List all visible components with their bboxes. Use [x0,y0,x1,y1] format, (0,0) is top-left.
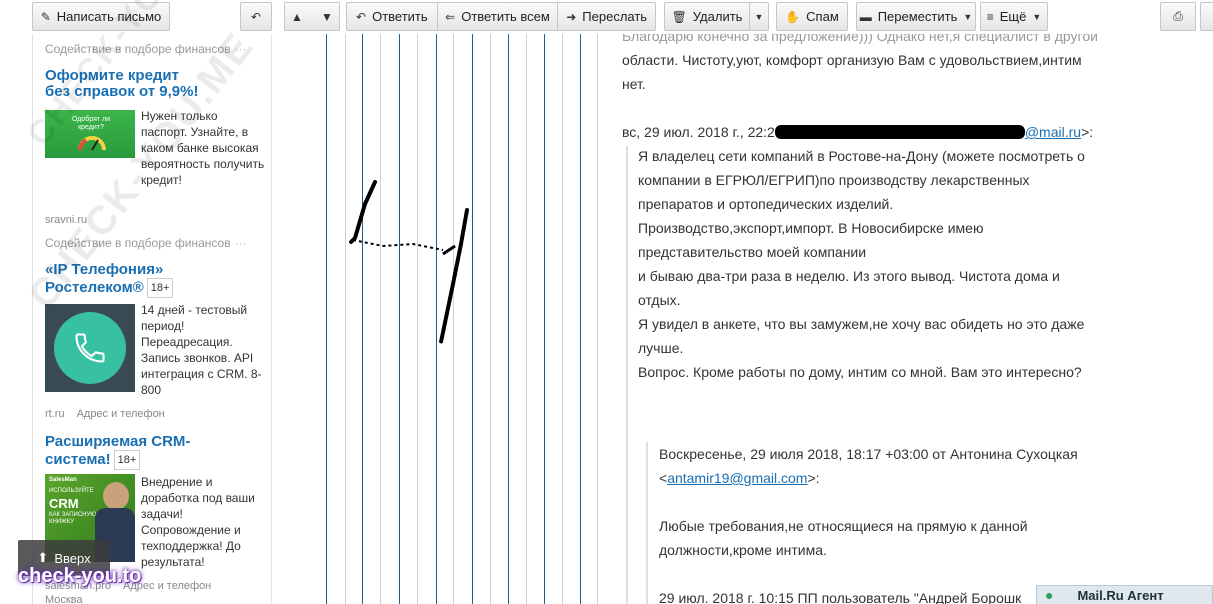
gauge-icon [78,136,106,151]
agent-status-icon: ● [1045,587,1054,603]
ad-title[interactable]: Расширяемая CRM- система! 18+ [45,434,190,470]
reply-group: ↶ Ответить ⇐ Ответить всем ➜ Переслать [346,2,656,31]
ad-image-phone[interactable] [45,304,135,392]
nested-quote-text-line: 29 июл. 2018 г. 10:15 ПП пользователь "А… [659,590,1022,604]
message-body: Благодарю конечно за предложение))) Одна… [612,34,1213,604]
ad-source[interactable]: rt.ru Адрес и телефон [45,408,165,420]
forward-icon: ➜ [566,9,577,24]
middle-lines-area [273,34,613,604]
arrow-down-icon[interactable]: ▼ [321,10,333,24]
trash-icon: 🗑 [671,9,687,24]
person-figure [103,482,129,510]
nested-quote-header: Воскресенье, 29 июля 2018, 18:17 +03:00 … [659,446,1078,462]
print-button[interactable]: ⎙ [1160,2,1196,31]
message-text-line: области. Чистоту,уют, комфорт организую … [622,52,1082,68]
chevron-down-icon: ▼ [963,11,973,22]
quote-text-line: лучше. [638,340,684,356]
reply-icon: ↶ [356,9,367,24]
phone-icon [54,312,126,384]
nested-quote-bar [646,442,648,604]
reply-all-button[interactable]: ⇐ Ответить всем [438,9,558,24]
menu-icon: ≡ [986,9,994,24]
quote-header: вс, 29 июл. 2018 г., 22:2 @mail.ru>: [622,124,1094,140]
quote-text-line: препаратов и ортопедических изделий. [638,196,894,212]
extra-button[interactable] [1200,2,1213,31]
spam-button[interactable]: ✋ Спам [776,2,848,31]
chevron-down-icon: ▼ [754,11,764,22]
arrow-up-icon: ⬆ [37,550,49,565]
redacted-sender [774,125,1025,139]
quote-bar [626,146,628,604]
age-badge: 18+ [113,450,141,470]
arrow-up-icon[interactable]: ▲ [291,10,303,24]
prev-next-buttons[interactable]: ▲ ▼ [284,2,340,31]
reply-button[interactable]: ↶ Ответить [347,9,437,24]
more-button[interactable]: ≡ Ещё ▼ [980,2,1048,31]
delete-dropdown-button[interactable]: ▼ [749,2,769,31]
ad-text: 14 дней - тестовый период! Переадресация… [141,303,262,397]
quote-text-line: Вопрос. Кроме работы по дому, интим со м… [638,364,1082,380]
mail-agent-bar[interactable]: ● Mail.Ru Агент [1036,585,1213,604]
message-text-line: нет. [622,76,646,92]
nested-quote-text-line: должности,кроме интима. [659,542,827,558]
quote-text-line: представительство моей компании [638,244,867,260]
sender-email-link[interactable]: @mail.ru [1025,124,1081,140]
forward-button[interactable]: ➜ Переслать [558,9,655,24]
quote-text-line: и бываю два-три раза в неделю. Из этого … [638,268,1060,284]
recipient-email-link[interactable]: antamir19@gmail.com [667,470,807,486]
watermark-site: check-you.to [18,565,142,587]
pencil-icon: ✎ [40,9,51,24]
message-text-line: Благодарю конечно за предложение))) Одна… [622,34,1098,44]
quote-text-line: Я владелец сети компаний в Ростове-на-До… [638,148,1085,164]
quote-text-line: отдых. [638,292,681,308]
age-badge: 18+ [146,278,174,298]
undo-icon: ↶ [250,9,262,24]
quote-text-line: компании в ЕГРЮЛ/ЕГРИП)по производству л… [638,172,1030,188]
reply-all-icon: ⇐ [445,9,456,24]
folder-icon: ▬ [859,9,872,24]
quote-text-line: Производство,экспорт,импорт. В Новосибир… [638,220,984,236]
more-dots-icon[interactable]: ··· [235,236,247,250]
delete-button[interactable]: 🗑 Удалить [664,2,750,31]
toolbar: ✎ Написать письмо ↶ ▲ ▼ ↶ Ответить ⇐ Отв… [0,0,1213,34]
handwritten-scribble [349,180,469,344]
nested-quote-text-line: Любые требования,не относящиеся на пряму… [659,518,1028,534]
printer-icon: ⎙ [1173,9,1183,23]
thumbs-down-icon: ✋ [785,9,801,24]
undo-button[interactable]: ↶ [240,2,272,31]
move-button[interactable]: ▬ Переместить ▼ [856,2,976,31]
ad-text: Внедрение и доработка под ваши задачи! С… [141,475,255,569]
quote-text-line: Я увидел в анкете, что вы замужем,не хоч… [638,316,1085,332]
chevron-down-icon: ▼ [1032,11,1042,22]
nested-quote-header: <antamir19@gmail.com>: [659,470,820,486]
ad-city: Москва [45,594,83,604]
